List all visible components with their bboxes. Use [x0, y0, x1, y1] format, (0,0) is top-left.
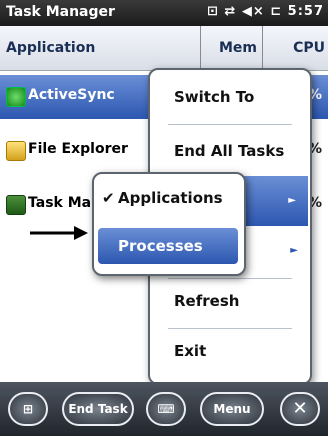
- column-application[interactable]: Application: [6, 26, 95, 70]
- end-task-button[interactable]: End Task: [62, 392, 134, 426]
- checkmark-icon: ✔: [102, 189, 115, 207]
- menu-item-end-all-tasks[interactable]: End All Tasks: [150, 126, 310, 176]
- windows-start-button[interactable]: ⊞: [8, 392, 48, 426]
- menu-separator: [168, 124, 292, 125]
- submenu-label: Processes: [118, 237, 203, 255]
- task-manager-icon: [6, 195, 26, 215]
- column-header: Application Mem CPU: [0, 26, 328, 71]
- submenu-arrow-icon: ►: [288, 195, 296, 206]
- submenu-arrow-icon: ►: [290, 245, 298, 256]
- close-button[interactable]: ✕: [280, 392, 320, 426]
- pointer-arrow-icon: [30, 226, 88, 240]
- app-title: Task Manager: [6, 4, 115, 20]
- column-mem[interactable]: Mem: [200, 26, 261, 70]
- keyboard-icon: ⌨: [157, 402, 175, 416]
- menu-item-refresh[interactable]: Refresh: [150, 276, 310, 326]
- taskbar: ⊞ End Task ⌨ Menu ✕: [0, 382, 328, 436]
- column-cpu[interactable]: CPU: [262, 26, 328, 70]
- submenu-item-applications[interactable]: ✔ Applications: [94, 180, 240, 216]
- keyboard-button[interactable]: ⌨: [146, 392, 186, 426]
- menu-button[interactable]: Menu: [200, 392, 264, 426]
- app-name: File Explorer: [28, 141, 128, 157]
- submenu-label: Applications: [118, 189, 223, 207]
- status-bar: Task Manager ⊡ ⇄ ◀× ⊏ 5:57: [0, 0, 328, 26]
- app-name: ActiveSync: [28, 87, 115, 103]
- menu-item-switch-to[interactable]: Switch To: [150, 72, 310, 122]
- windows-flag-icon: ⊞: [22, 402, 34, 416]
- menu-item-exit[interactable]: Exit: [150, 326, 310, 376]
- view-submenu: ✔ Applications Processes: [92, 172, 246, 276]
- file-explorer-icon: [6, 141, 26, 161]
- app-name: Task Ma: [28, 195, 92, 211]
- submenu-item-processes[interactable]: Processes: [98, 228, 238, 264]
- close-icon: ✕: [292, 398, 308, 419]
- status-icons: ⊡ ⇄ ◀× ⊏ 5:57: [206, 4, 324, 19]
- activesync-icon: [6, 87, 26, 107]
